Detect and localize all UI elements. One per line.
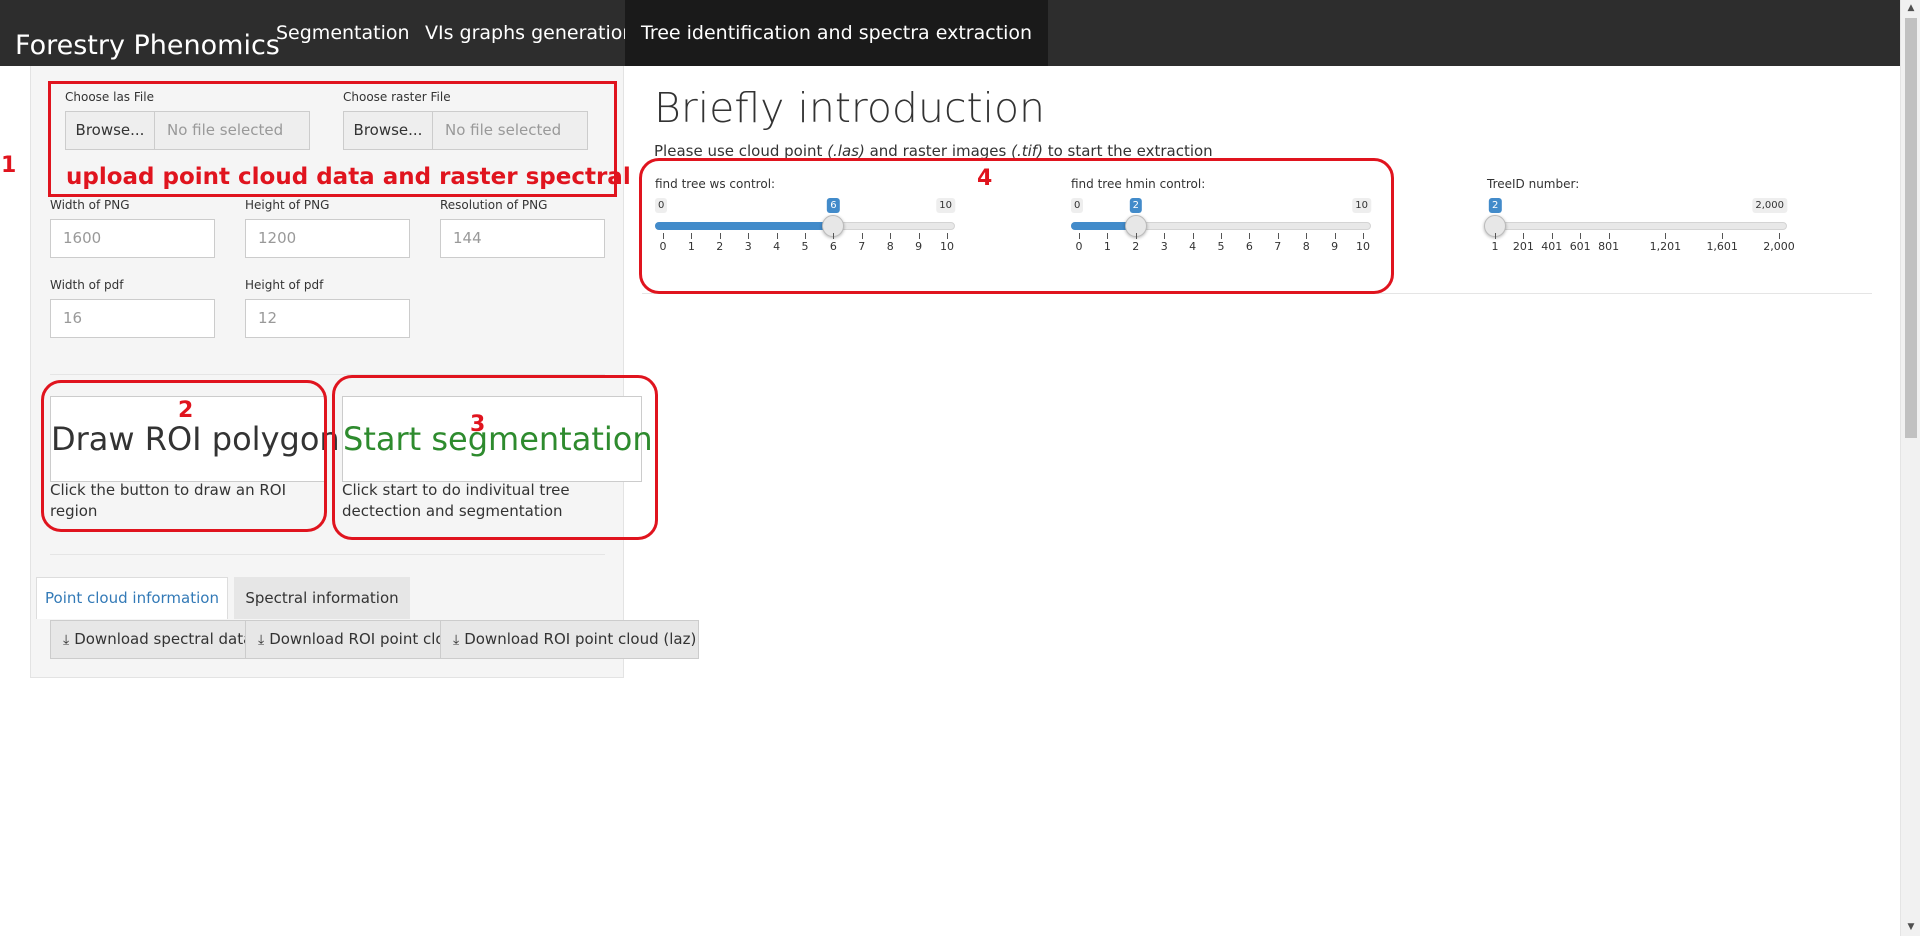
scroll-down-arrow-icon[interactable]: ▼ (1901, 919, 1920, 936)
annotation-number-4: 4 (977, 166, 993, 191)
annotation-box-sliders (639, 158, 1394, 294)
png-height-field[interactable]: 1200 (245, 219, 410, 258)
slider-label: TreeID number: (1487, 177, 1580, 191)
pdf-width-field[interactable]: 16 (50, 299, 215, 338)
slider-current-value: 2 (1488, 198, 1502, 213)
page-title: Briefly introduction (654, 84, 1046, 132)
slider-track[interactable] (1487, 222, 1787, 230)
slider-tick-label: 1,601 (1706, 240, 1738, 253)
slider-tick-label: 401 (1541, 240, 1563, 253)
slider-tick (1722, 233, 1724, 239)
slider-tick (1779, 233, 1780, 239)
slider-max-value: 2,000 (1752, 198, 1787, 213)
slider-tick (1608, 233, 1610, 239)
slider-tick-label: 201 (1512, 240, 1534, 253)
slider-tick (1580, 233, 1582, 239)
download-spectral-data-button[interactable]: ⤓ Download spectral data (50, 620, 246, 659)
divider (50, 554, 605, 555)
slider-tick-label: 1 (1491, 240, 1499, 253)
slider-tick (1495, 233, 1496, 239)
pdf-height-label: Height of pdf (245, 278, 324, 292)
png-width-field[interactable]: 1600 (50, 219, 215, 258)
png-width-label: Width of PNG (50, 198, 130, 212)
download-spectral-data-label: Download spectral data (74, 630, 246, 648)
scroll-thumb[interactable] (1905, 18, 1917, 438)
pdf-height-field[interactable]: 12 (245, 299, 410, 338)
download-roi-laz-label: Download ROI point cloud (laz) (464, 630, 697, 648)
png-height-label: Height of PNG (245, 198, 330, 212)
scroll-up-arrow-icon[interactable]: ▲ (1901, 0, 1920, 17)
download-roi-las-label: Download ROI point cloud (las) (269, 630, 440, 648)
slider-tick-label: 801 (1598, 240, 1620, 253)
png-resolution-label: Resolution of PNG (440, 198, 548, 212)
brand-title[interactable]: Forestry Phenomics (15, 30, 280, 61)
slider-tick (1523, 233, 1525, 239)
slider-tick (1665, 233, 1667, 239)
annotation-box-start-segmentation (332, 375, 658, 540)
tab-spectral-information[interactable]: Spectral information (234, 577, 410, 619)
slider-tick (1551, 233, 1553, 239)
download-icon: ⤓ (63, 632, 70, 648)
png-resolution-field[interactable]: 144 (440, 219, 605, 258)
page-scrollbar[interactable]: ▲ ▼ (1900, 0, 1920, 936)
slider-tick-label: 2,000 (1763, 240, 1795, 253)
navbar: Forestry Phenomics Segmentation VIs grap… (0, 0, 1900, 66)
download-roi-laz-button[interactable]: ⤓ Download ROI point cloud (laz) (440, 620, 699, 659)
tab-vis-graphs[interactable]: VIs graphs generation (409, 0, 650, 66)
download-roi-las-button[interactable]: ⤓Download ROI point cloud (las) (245, 620, 441, 659)
annotation-number-3: 3 (470, 412, 486, 437)
tab-segmentation[interactable]: Segmentation (260, 0, 426, 66)
pdf-width-label: Width of pdf (50, 278, 124, 292)
annotation-number-2: 2 (178, 398, 194, 423)
download-icon: ⤓ (453, 632, 460, 648)
tab-point-cloud-information[interactable]: Point cloud information (36, 577, 228, 619)
annotation-upload-note: upload point cloud data and raster spect… (66, 164, 631, 190)
tab-tree-identification[interactable]: Tree identification and spectra extracti… (625, 0, 1049, 66)
slider-tick-label: 601 (1569, 240, 1591, 253)
download-icon: ⤓ (258, 632, 265, 648)
annotation-number-1: 1 (1, 153, 17, 178)
slider-tick-label: 1,201 (1649, 240, 1682, 253)
